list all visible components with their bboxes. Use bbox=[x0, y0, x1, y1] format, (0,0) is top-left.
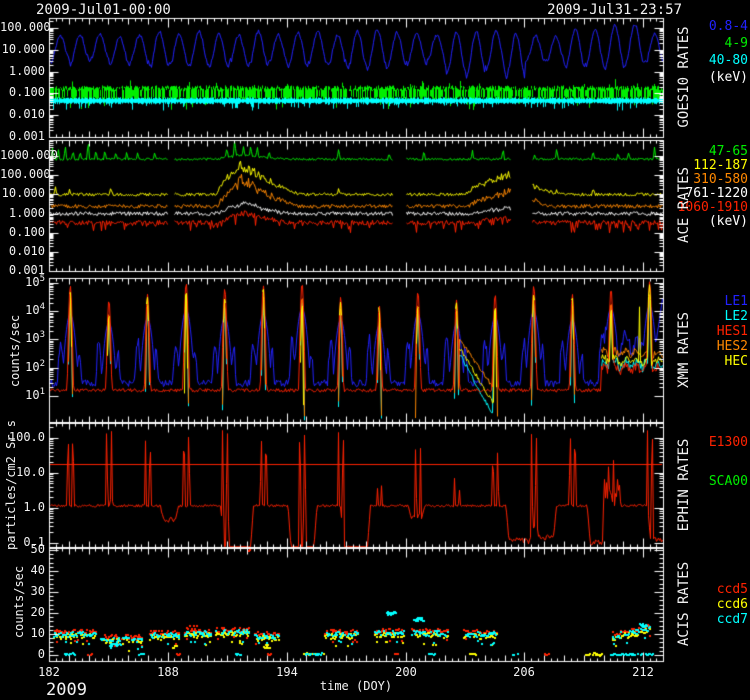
x-tick-label: 188 bbox=[150, 666, 186, 678]
legend-entry: SCA00 bbox=[640, 475, 748, 488]
x-tick-label: 212 bbox=[625, 666, 661, 678]
y-tick-label: 10.000 bbox=[0, 187, 45, 199]
legend-entry: ccd7 bbox=[640, 613, 748, 626]
y-tick-label: 0.001 bbox=[0, 130, 45, 142]
y-tick-label: 10.000 bbox=[0, 43, 45, 55]
legend-entry: HES2 bbox=[640, 340, 748, 353]
legend-entry: ccd5 bbox=[640, 583, 748, 596]
y-tick-label: 100.000 bbox=[0, 168, 45, 180]
y-tick-label: 1.000 bbox=[0, 207, 45, 219]
y-tick-label: 0.010 bbox=[0, 245, 45, 257]
radiation-monitor-plot: 2009-Jul01-00:00 2009-Jul31-23:57 time (… bbox=[0, 0, 750, 700]
legend-entry: 40-80 bbox=[640, 54, 748, 67]
legend-entry: 112-187 bbox=[640, 159, 748, 172]
legend-entry: HES1 bbox=[640, 325, 748, 338]
y-tick-label: 1.000 bbox=[0, 65, 45, 77]
plot-start-date: 2009-Jul01-00:00 bbox=[36, 3, 171, 17]
legend-entry: 1060-1910 bbox=[640, 201, 748, 214]
legend-entry: LE2 bbox=[640, 310, 748, 323]
y-axis-unit-label: counts/sec bbox=[13, 512, 25, 692]
y-tick-label: 100.000 bbox=[0, 21, 45, 33]
legend-entry: 761-1220 bbox=[640, 187, 748, 200]
legend-entry: (keV) bbox=[640, 71, 748, 84]
y-tick-label: 103 bbox=[0, 331, 45, 344]
legend-entry: ccd6 bbox=[640, 598, 748, 611]
x-tick-label: 200 bbox=[388, 666, 424, 678]
y-tick-label: 104 bbox=[0, 303, 45, 316]
y-tick-label: 105 bbox=[0, 275, 45, 288]
legend-entry: (keV) bbox=[640, 215, 748, 228]
legend-entry: 0.8-4 bbox=[640, 20, 748, 33]
y-tick-label: 1000.000 bbox=[0, 149, 45, 161]
legend-entry: 47-65 bbox=[640, 145, 748, 158]
legend-entry: 4-9 bbox=[640, 37, 748, 50]
legend-entry: 310-580 bbox=[640, 173, 748, 186]
panel-side-label: ACIS RATES bbox=[677, 514, 691, 694]
x-axis-year: 2009 bbox=[46, 682, 87, 699]
x-tick-label: 206 bbox=[506, 666, 542, 678]
y-tick-label: 0.100 bbox=[0, 86, 45, 98]
x-tick-label: 194 bbox=[269, 666, 305, 678]
plot-end-date: 2009-Jul31-23:57 bbox=[460, 3, 682, 17]
y-tick-label: 0.010 bbox=[0, 108, 45, 120]
legend-entry: LE1 bbox=[640, 295, 748, 308]
legend-entry: E1300 bbox=[640, 436, 748, 449]
x-axis-title: time (DOY) bbox=[276, 680, 436, 692]
rates-plot-canvas bbox=[0, 0, 750, 700]
y-tick-label: 0.100 bbox=[0, 226, 45, 238]
y-tick-label: 102 bbox=[0, 360, 45, 373]
legend-entry: HEC bbox=[640, 355, 748, 368]
x-tick-label: 182 bbox=[31, 666, 67, 678]
